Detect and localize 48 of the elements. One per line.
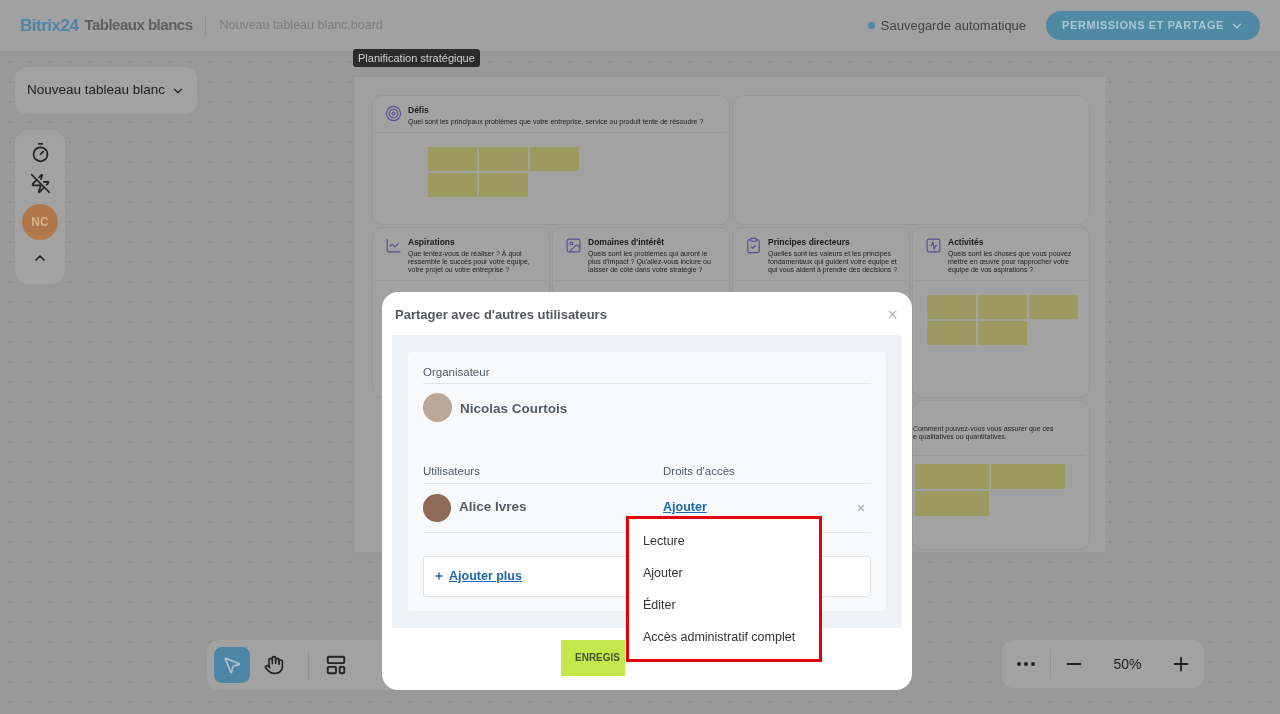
save-button[interactable]: ENREGIS	[561, 639, 625, 676]
user-name: Alice Ivres	[459, 498, 527, 517]
close-icon[interactable]	[886, 308, 899, 321]
card-title: Activités	[948, 237, 985, 248]
card-icon	[385, 105, 402, 122]
column-header: Utilisateurs	[423, 464, 481, 480]
menu-item[interactable]: Accès administratif complet	[629, 621, 819, 653]
sticky-note[interactable]	[427, 173, 477, 197]
pointer-icon	[222, 655, 242, 675]
sticky-note[interactable]	[478, 173, 528, 197]
remove-icon[interactable]	[856, 502, 866, 513]
sticky-note[interactable]	[478, 147, 528, 171]
section-label: Organisateur	[423, 365, 491, 380]
card-icon	[925, 237, 942, 254]
sticky-note[interactable]	[1029, 295, 1078, 319]
plus-icon	[434, 571, 444, 581]
zoom-level: 50%	[1113, 654, 1142, 674]
card-title: Défis	[408, 105, 430, 116]
dialog-title: Partager avec d'autres utilisateurs	[395, 305, 607, 324]
card-icon	[745, 237, 762, 254]
sticky-note[interactable]	[529, 147, 579, 171]
sticky-note[interactable]	[915, 491, 989, 516]
sticky-note[interactable]	[978, 295, 1027, 319]
card-title: Domaines d'intérêt	[588, 237, 666, 248]
slashed-lightning-icon[interactable]	[29, 173, 51, 194]
card-icon	[565, 237, 582, 254]
layout-icon[interactable]	[325, 654, 347, 676]
board-label: Planification stratégique	[353, 49, 480, 67]
menu-item[interactable]: Ajouter	[629, 557, 819, 589]
card-title: Aspirations	[408, 237, 456, 248]
sticky-note[interactable]	[915, 464, 989, 489]
pointer-tool[interactable]	[214, 647, 250, 683]
sticky-note[interactable]	[927, 321, 976, 345]
menu-item[interactable]: Éditer	[629, 589, 819, 621]
menu-item[interactable]: Lecture	[629, 525, 819, 557]
column-header: Droits d'accès	[663, 464, 735, 480]
sticky-note[interactable]	[991, 464, 1065, 489]
board-selector[interactable]: Nouveau tableau blanc	[15, 67, 197, 114]
autosave-status: Sauvegarde automatique	[880, 16, 1027, 35]
card-title: Principes directeurs	[768, 237, 851, 248]
organizer-name: Nicolas Courtois	[460, 400, 568, 419]
hand-icon	[264, 655, 284, 675]
sticky-note[interactable]	[927, 295, 976, 319]
sticky-note[interactable]	[427, 147, 477, 171]
access-rights-link[interactable]: Ajouter	[663, 498, 707, 517]
app-name: Tableaux blancs	[84, 15, 193, 36]
card-icon	[385, 237, 402, 254]
sticky-note[interactable]	[978, 321, 1027, 345]
